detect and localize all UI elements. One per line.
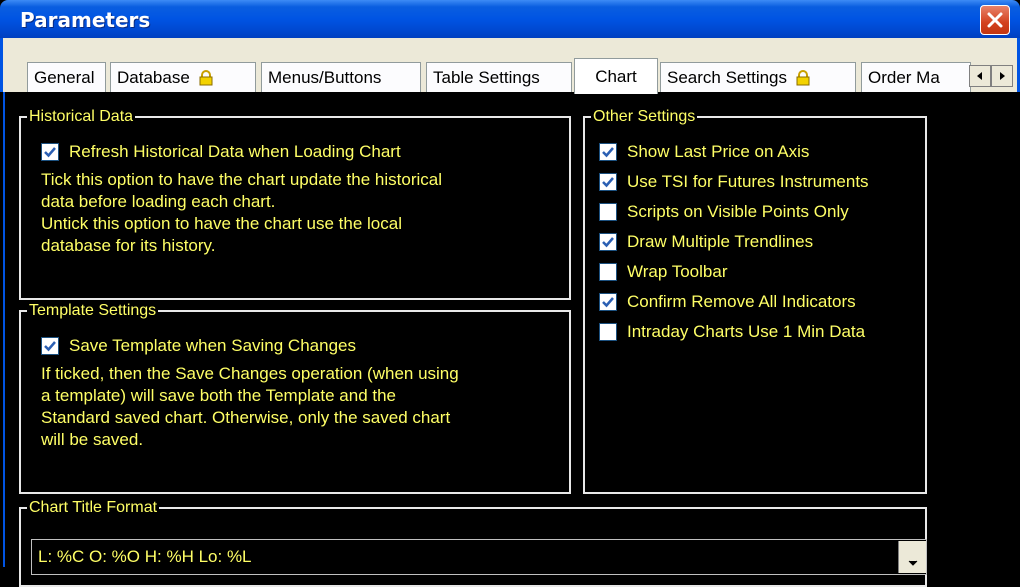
dropdown-button[interactable] xyxy=(898,541,926,573)
scripts-visible-checkbox[interactable] xyxy=(599,203,617,221)
template-settings-group: Template Settings Save Template when Sav… xyxy=(19,301,571,494)
intraday-1min-checkbox[interactable] xyxy=(599,323,617,341)
tab-scroll-right-button[interactable] xyxy=(991,65,1013,87)
tab-order-manager[interactable]: Order Ma xyxy=(861,62,971,92)
draw-trendlines-checkbox[interactable] xyxy=(599,233,617,251)
save-template-checkbox[interactable] xyxy=(41,337,59,355)
draw-trendlines-checkbox-row[interactable]: Draw Multiple Trendlines xyxy=(599,232,813,252)
checkmark-icon xyxy=(602,237,614,248)
tab-scroll-left-button[interactable] xyxy=(969,65,991,87)
tab-label: General xyxy=(34,67,95,87)
show-last-price-checkbox-row[interactable]: Show Last Price on Axis xyxy=(599,142,809,162)
scripts-visible-checkbox-row[interactable]: Scripts on Visible Points Only xyxy=(599,202,849,222)
tab-label: Menus/Buttons xyxy=(268,67,382,87)
historical-description: Tick this option to have the chart updat… xyxy=(41,170,442,255)
title-bar: Parameters xyxy=(0,0,1020,38)
checkmark-icon xyxy=(602,297,614,308)
tab-label: Chart xyxy=(595,66,637,86)
tab-label: Search Settings xyxy=(667,67,788,87)
show-last-price-checkbox[interactable] xyxy=(599,143,617,161)
lock-icon xyxy=(796,69,810,85)
refresh-historical-checkbox[interactable] xyxy=(41,143,59,161)
tab-database[interactable]: Database xyxy=(110,62,256,92)
wrap-toolbar-checkbox-row[interactable]: Wrap Toolbar xyxy=(599,262,727,282)
confirm-remove-checkbox-row[interactable]: Confirm Remove All Indicators xyxy=(599,292,856,312)
tab-label: Table Settings xyxy=(433,67,540,87)
use-tsi-checkbox-row[interactable]: Use TSI for Futures Instruments xyxy=(599,172,869,192)
confirm-remove-checkbox[interactable] xyxy=(599,293,617,311)
group-title: Other Settings xyxy=(591,107,698,127)
checkmark-icon xyxy=(44,147,56,158)
chevron-down-icon xyxy=(908,560,917,566)
checkmark-icon xyxy=(44,341,56,352)
checkbox-label: Show Last Price on Axis xyxy=(627,142,810,161)
template-description: If ticked, then the Save Changes operati… xyxy=(41,364,459,449)
arrow-left-icon xyxy=(977,72,982,80)
save-template-checkbox-row[interactable]: Save Template when Saving Changes xyxy=(41,336,356,356)
close-icon xyxy=(987,12,1003,28)
checkmark-icon xyxy=(602,177,614,188)
intraday-1min-checkbox-row[interactable]: Intraday Charts Use 1 Min Data xyxy=(599,322,865,342)
tab-label: Order Ma xyxy=(868,67,940,87)
other-settings-group: Other Settings Show Last Price on Axis U… xyxy=(583,107,927,494)
refresh-historical-checkbox-row[interactable]: Refresh Historical Data when Loading Cha… xyxy=(41,142,401,162)
tab-strip: General Database Menus/Buttons Table Set… xyxy=(0,38,1020,94)
checkbox-label: Confirm Remove All Indicators xyxy=(627,292,856,311)
tab-menus-buttons[interactable]: Menus/Buttons xyxy=(261,62,421,92)
group-title: Chart Title Format xyxy=(27,498,160,518)
lock-icon xyxy=(199,69,213,85)
tab-chart[interactable]: Chart xyxy=(574,58,658,94)
chart-settings-panel: Historical Data Refresh Historical Data … xyxy=(3,92,1019,587)
window-title: Parameters xyxy=(20,8,151,32)
checkbox-label: Draw Multiple Trendlines xyxy=(627,232,814,251)
checkbox-label: Save Template when Saving Changes xyxy=(69,336,356,355)
checkbox-label: Use TSI for Futures Instruments xyxy=(627,172,869,191)
checkbox-label: Wrap Toolbar xyxy=(627,262,728,281)
checkbox-label: Scripts on Visible Points Only xyxy=(627,202,849,221)
group-title: Historical Data xyxy=(27,107,136,127)
tab-search-settings[interactable]: Search Settings xyxy=(660,62,856,92)
close-button[interactable] xyxy=(980,5,1010,35)
checkmark-icon xyxy=(602,147,614,158)
chart-title-format-group: Chart Title Format L: %C O: %O H: %H Lo:… xyxy=(19,498,927,587)
tab-scroll-arrows xyxy=(969,65,1013,87)
chart-title-format-combobox[interactable]: L: %C O: %O H: %H Lo: %L xyxy=(31,539,927,575)
group-title: Template Settings xyxy=(27,301,159,321)
use-tsi-checkbox[interactable] xyxy=(599,173,617,191)
arrow-right-icon xyxy=(1000,72,1005,80)
checkbox-label: Refresh Historical Data when Loading Cha… xyxy=(69,142,401,161)
historical-data-group: Historical Data Refresh Historical Data … xyxy=(19,107,571,300)
tab-table-settings[interactable]: Table Settings xyxy=(426,62,572,92)
chart-title-format-value: L: %C O: %O H: %H Lo: %L xyxy=(38,547,252,566)
wrap-toolbar-checkbox[interactable] xyxy=(599,263,617,281)
tab-general[interactable]: General xyxy=(27,62,106,92)
checkbox-label: Intraday Charts Use 1 Min Data xyxy=(627,322,866,341)
tab-label: Database xyxy=(117,67,190,87)
